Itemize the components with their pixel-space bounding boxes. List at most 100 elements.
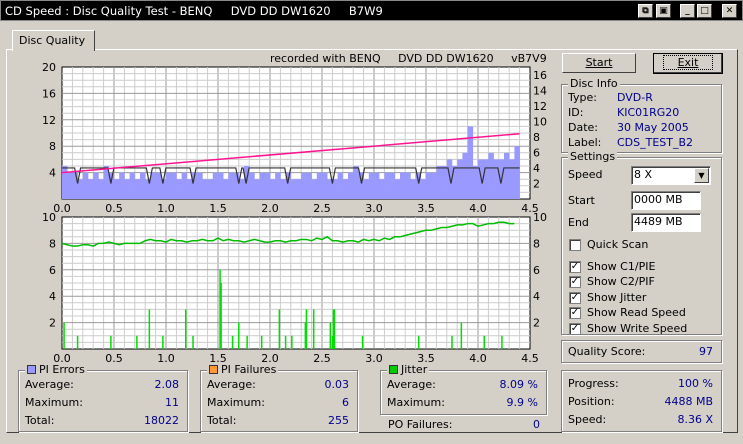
checkbox-label: Quick Scan <box>587 238 649 251</box>
checkbox-box[interactable]: ✓ <box>569 322 581 335</box>
speed-value: 8 X <box>634 168 653 181</box>
pie-bar <box>363 179 370 199</box>
jitter-avg-label: Average: <box>387 378 436 391</box>
progress-value: 100 % <box>678 377 713 390</box>
tab-disc-quality[interactable]: Disc Quality <box>12 30 95 51</box>
date-value: 30 May 2005 <box>617 121 689 134</box>
end-label: End <box>568 216 589 229</box>
pi-errors-title: PI Errors <box>39 363 85 376</box>
save-icon[interactable]: ▣ <box>656 4 671 18</box>
pie-bar <box>441 166 448 199</box>
y-tick-label-right: 16 <box>533 69 547 82</box>
start-label: Start <box>568 194 595 207</box>
pie-bar <box>155 172 162 199</box>
quality-score-value: 97 <box>699 345 713 358</box>
pie-bar <box>410 179 416 199</box>
y-tick-label-left: 20 <box>42 61 56 74</box>
pie-bar <box>436 166 442 199</box>
start-label: Start <box>585 56 613 69</box>
y-tick-label-right: 10 <box>533 115 547 128</box>
x-tick-label: 0.5 <box>105 352 123 365</box>
start-button[interactable]: Start <box>562 53 636 73</box>
pie-bar <box>88 179 94 199</box>
maximize-button[interactable]: □ <box>697 4 712 18</box>
settings-group: Settings Speed 8 X ▼ Start 0000 MB End 44… <box>561 150 722 335</box>
speed-select[interactable]: 8 X ▼ <box>631 166 711 185</box>
speed-label: Speed <box>568 168 603 181</box>
y-tick-label-right: 6 <box>533 264 540 277</box>
jitter-max-value: 9.9 % <box>506 396 538 409</box>
checkbox-box[interactable]: ✓ <box>569 260 581 273</box>
pie-bar <box>249 172 255 199</box>
jitter-avg-value: 8.09 % <box>499 378 538 391</box>
speed-value: 8.36 X <box>677 413 713 426</box>
label-label: Label: <box>568 136 602 149</box>
minimize-button[interactable]: _ <box>680 4 695 18</box>
speed-label: Speed: <box>568 413 607 426</box>
y-tick-label-left: 16 <box>42 87 56 100</box>
pie-bar <box>306 172 312 199</box>
pie-bar <box>483 159 489 199</box>
jitter-group: Jitter Average: 8.09 % Maximum: 9.9 % <box>380 363 547 415</box>
pie-bar <box>114 179 120 199</box>
x-tick-label: 3.0 <box>365 352 383 365</box>
pie-bar <box>259 172 266 199</box>
checkbox-box[interactable]: ✓ <box>569 307 581 319</box>
pie-bar <box>67 172 73 199</box>
po-failures-label: PO Failures: <box>388 418 453 431</box>
y-tick-label-left: 8 <box>49 140 56 153</box>
pif-total-label: Total: <box>207 414 237 427</box>
pie-avg-label: Average: <box>25 378 74 391</box>
pie-bar <box>374 172 380 199</box>
quality-score-label: Quality Score: <box>568 345 646 358</box>
checkbox-box[interactable] <box>569 239 581 251</box>
id-value: KIC01RG20 <box>617 106 680 119</box>
y-tick-label-right: 2 <box>533 177 540 190</box>
pie-bar <box>134 179 141 199</box>
end-input[interactable]: 4489 MB <box>631 213 701 232</box>
y-tick-label-right: 8 <box>533 131 540 144</box>
x-tick-label: 3.5 <box>417 202 435 215</box>
y-tick-label-right: 4 <box>533 290 540 303</box>
checkbox-box[interactable]: ✓ <box>569 291 581 304</box>
x-tick-label: 4.0 <box>469 352 487 365</box>
copy-icon[interactable]: ⧉ <box>638 4 653 18</box>
pie-bar <box>62 166 68 199</box>
pie-bar <box>384 172 390 199</box>
pie-bar <box>197 172 203 199</box>
jitter-title: Jitter <box>401 363 428 376</box>
close-button[interactable]: ✕ <box>722 4 737 18</box>
type-label: Type: <box>568 91 597 104</box>
checkbox-label: Show C2/PIF <box>587 275 655 288</box>
pie-bar <box>389 172 396 199</box>
pie-avg-value: 2.08 <box>154 378 180 391</box>
checkbox-box[interactable]: ✓ <box>569 276 581 288</box>
x-tick-label: 1.0 <box>157 352 175 365</box>
pie-bar <box>420 179 427 199</box>
pie-bar <box>186 179 193 199</box>
pie-bar <box>353 166 359 199</box>
pie-bar <box>233 172 240 199</box>
pie-bar <box>514 146 520 199</box>
pif-total-value: 255 <box>328 414 349 427</box>
y-tick-label-left: 6 <box>49 264 56 277</box>
pie-bar <box>119 172 125 199</box>
pie-bar <box>394 179 401 199</box>
exit-button[interactable]: Exit <box>653 53 723 74</box>
pie-bar <box>457 159 463 199</box>
checkbox-label: Show C1/PIE <box>587 259 656 273</box>
pie-bar <box>280 179 286 199</box>
jitter-max-label: Maximum: <box>387 396 445 409</box>
exit-label: Exit <box>662 55 714 70</box>
jitter-swatch <box>389 365 398 374</box>
pie-bar <box>322 172 328 199</box>
y-tick-label-right: 8 <box>533 237 540 250</box>
charts: 0.0 0.5 1.0 1.5 2.0 2.5 3.0 3.5 4.0 4.54812162024… <box>42 61 547 365</box>
y-tick-label-left: 4 <box>49 290 56 303</box>
settings-title: Settings <box>568 150 618 163</box>
start-input[interactable]: 0000 MB <box>631 191 701 210</box>
pie-bar <box>124 179 130 199</box>
position-value: 4488 MB <box>664 395 713 408</box>
pi-failures-title: PI Failures <box>221 363 277 376</box>
chevron-down-icon[interactable]: ▼ <box>694 168 709 183</box>
